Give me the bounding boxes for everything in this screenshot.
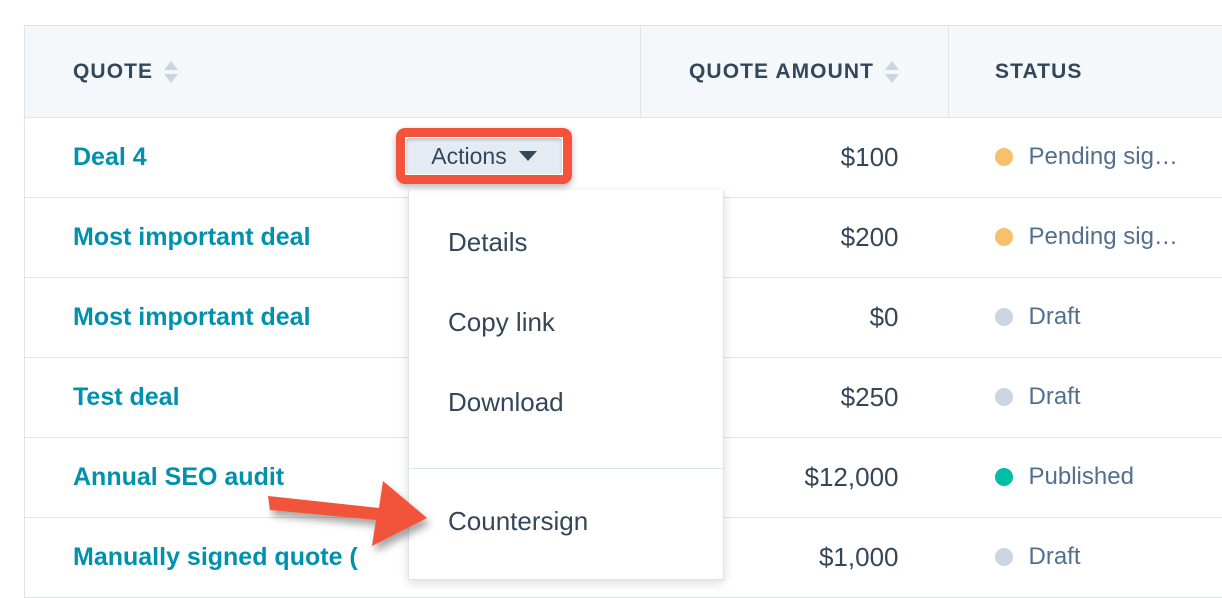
menu-item-download[interactable]: Download bbox=[409, 362, 723, 442]
cell-status: Draft bbox=[949, 278, 1222, 358]
cell-status: Pending sig… bbox=[949, 198, 1222, 278]
menu-item-details[interactable]: Details bbox=[409, 202, 723, 282]
column-header-quote-label: QUOTE bbox=[73, 60, 153, 84]
menu-group-main: DetailsCopy linkDownload bbox=[409, 190, 723, 442]
status-dot-icon bbox=[995, 388, 1013, 406]
table-header: QUOTE QUOTE AMOUNT STATUS bbox=[25, 26, 1222, 118]
status-badge: Pending sig… bbox=[995, 143, 1178, 171]
table-header-row: QUOTE QUOTE AMOUNT STATUS bbox=[25, 26, 1222, 118]
cell-status: Draft bbox=[949, 518, 1222, 598]
menu-group-footer: Countersign bbox=[409, 469, 723, 561]
actions-button[interactable]: Actions bbox=[406, 138, 562, 174]
cell-status: Pending sig… bbox=[949, 118, 1222, 198]
status-badge: Draft bbox=[995, 383, 1081, 411]
status-label: Draft bbox=[1029, 303, 1081, 331]
status-badge: Draft bbox=[995, 543, 1081, 571]
column-header-quote-amount[interactable]: QUOTE AMOUNT bbox=[641, 26, 949, 118]
column-header-status-label: STATUS bbox=[995, 60, 1082, 84]
cell-quote-amount: $100 bbox=[641, 118, 949, 198]
quote-link[interactable]: Most important deal bbox=[73, 223, 311, 251]
actions-button-label: Actions bbox=[431, 143, 506, 170]
table-row: Deal 4 $100 Pending sig… bbox=[25, 118, 1222, 198]
status-dot-icon bbox=[995, 148, 1013, 166]
status-dot-icon bbox=[995, 548, 1013, 566]
actions-dropdown-menu: DetailsCopy linkDownload Countersign bbox=[408, 190, 724, 580]
quote-link[interactable]: Deal 4 bbox=[73, 143, 147, 171]
column-header-quote[interactable]: QUOTE bbox=[25, 26, 641, 118]
quote-link[interactable]: Most important deal bbox=[73, 303, 311, 331]
status-label: Published bbox=[1029, 463, 1134, 491]
quote-link[interactable]: Annual SEO audit bbox=[73, 463, 284, 491]
chevron-down-icon bbox=[519, 151, 537, 161]
sort-arrows-icon[interactable] bbox=[885, 61, 899, 83]
column-header-quote-amount-label: QUOTE AMOUNT bbox=[689, 60, 874, 84]
status-badge: Draft bbox=[995, 303, 1081, 331]
quote-link[interactable]: Test deal bbox=[73, 383, 180, 411]
status-badge: Published bbox=[995, 463, 1134, 491]
status-label: Draft bbox=[1029, 383, 1081, 411]
sort-arrows-icon[interactable] bbox=[164, 61, 178, 83]
cell-status: Draft bbox=[949, 358, 1222, 438]
status-dot-icon bbox=[995, 228, 1013, 246]
status-dot-icon bbox=[995, 468, 1013, 486]
column-header-status[interactable]: STATUS bbox=[949, 26, 1222, 118]
menu-item-copy-link[interactable]: Copy link bbox=[409, 282, 723, 362]
quote-link[interactable]: Manually signed quote ( bbox=[73, 543, 358, 571]
status-label: Draft bbox=[1029, 543, 1081, 571]
menu-item-countersign[interactable]: Countersign bbox=[409, 481, 723, 561]
status-label: Pending sig… bbox=[1029, 223, 1178, 251]
status-badge: Pending sig… bbox=[995, 223, 1178, 251]
cell-status: Published bbox=[949, 438, 1222, 518]
status-dot-icon bbox=[995, 308, 1013, 326]
status-label: Pending sig… bbox=[1029, 143, 1178, 171]
